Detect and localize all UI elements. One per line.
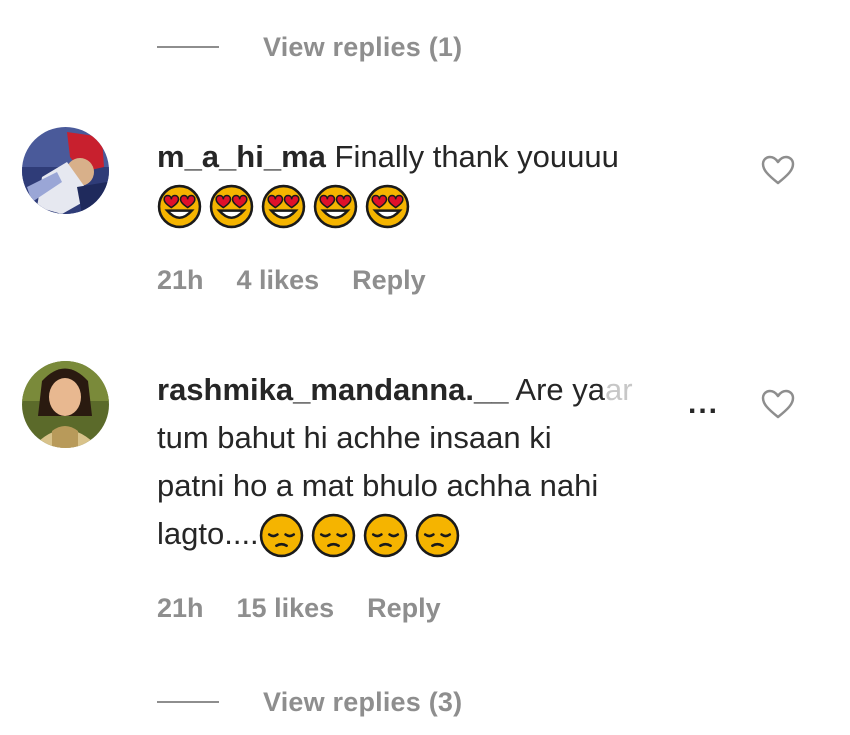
view-replies-label: View replies (3) [263, 686, 463, 717]
comment-timestamp: 21h [157, 265, 204, 295]
pensive-emoji-icon [415, 514, 459, 558]
heart-eyes-emoji-icon [209, 185, 254, 229]
heart-eyes-emoji-icon [365, 185, 410, 229]
pensive-emoji-icon [363, 514, 407, 558]
view-replies-button[interactable]: View replies (1) [157, 27, 462, 67]
pensive-emoji-icon [259, 514, 303, 558]
view-replies-button[interactable]: View replies (3) [157, 682, 462, 722]
comment-timestamp: 21h [157, 593, 204, 623]
heart-eyes-emoji-icon [313, 185, 358, 229]
comment-meta: 21h 4 likes Reply [157, 265, 459, 296]
pensive-emoji-icon [311, 514, 355, 558]
avatar[interactable] [22, 127, 109, 214]
comment-text-line-4: lagto.... [157, 516, 259, 551]
comment-username[interactable]: rashmika_mandanna.__ [157, 372, 509, 407]
reply-button[interactable]: Reply [367, 593, 441, 624]
comment-text-line-3: patni ho a mat bhulo achha nahi [157, 468, 599, 503]
replies-divider-line [157, 701, 219, 703]
reply-button[interactable]: Reply [352, 265, 426, 296]
emoji-row [157, 184, 410, 229]
comment-text: Finally thank youuuu [334, 139, 619, 174]
replies-divider-line [157, 46, 219, 48]
comment-text-line-1: Are ya [515, 372, 606, 407]
comment-username[interactable]: m_a_hi_ma [157, 139, 326, 174]
comment-text-faded: ar [605, 372, 633, 407]
emoji-row [259, 513, 460, 558]
heart-eyes-emoji-icon [157, 185, 202, 229]
comment-text-line-2: tum bahut hi achhe insaan ki [157, 420, 552, 455]
like-heart-icon[interactable] [760, 154, 796, 186]
heart-eyes-emoji-icon [261, 185, 306, 229]
comment-meta: 21h 15 likes Reply [157, 593, 474, 624]
avatar-image [22, 361, 109, 448]
more-button[interactable]: ... [688, 387, 719, 421]
comment-likes-count[interactable]: 15 likes [237, 593, 335, 624]
avatar-image [22, 127, 109, 214]
avatar[interactable] [22, 361, 109, 448]
comment-likes-count[interactable]: 4 likes [237, 265, 320, 296]
comment-body: m_a_hi_ma Finally thank youuuu [157, 133, 737, 229]
view-replies-label: View replies (1) [263, 31, 463, 62]
like-heart-icon[interactable] [760, 388, 796, 420]
comment-body: rashmika_mandanna.__ Are yaar tum bahut … [157, 366, 737, 558]
